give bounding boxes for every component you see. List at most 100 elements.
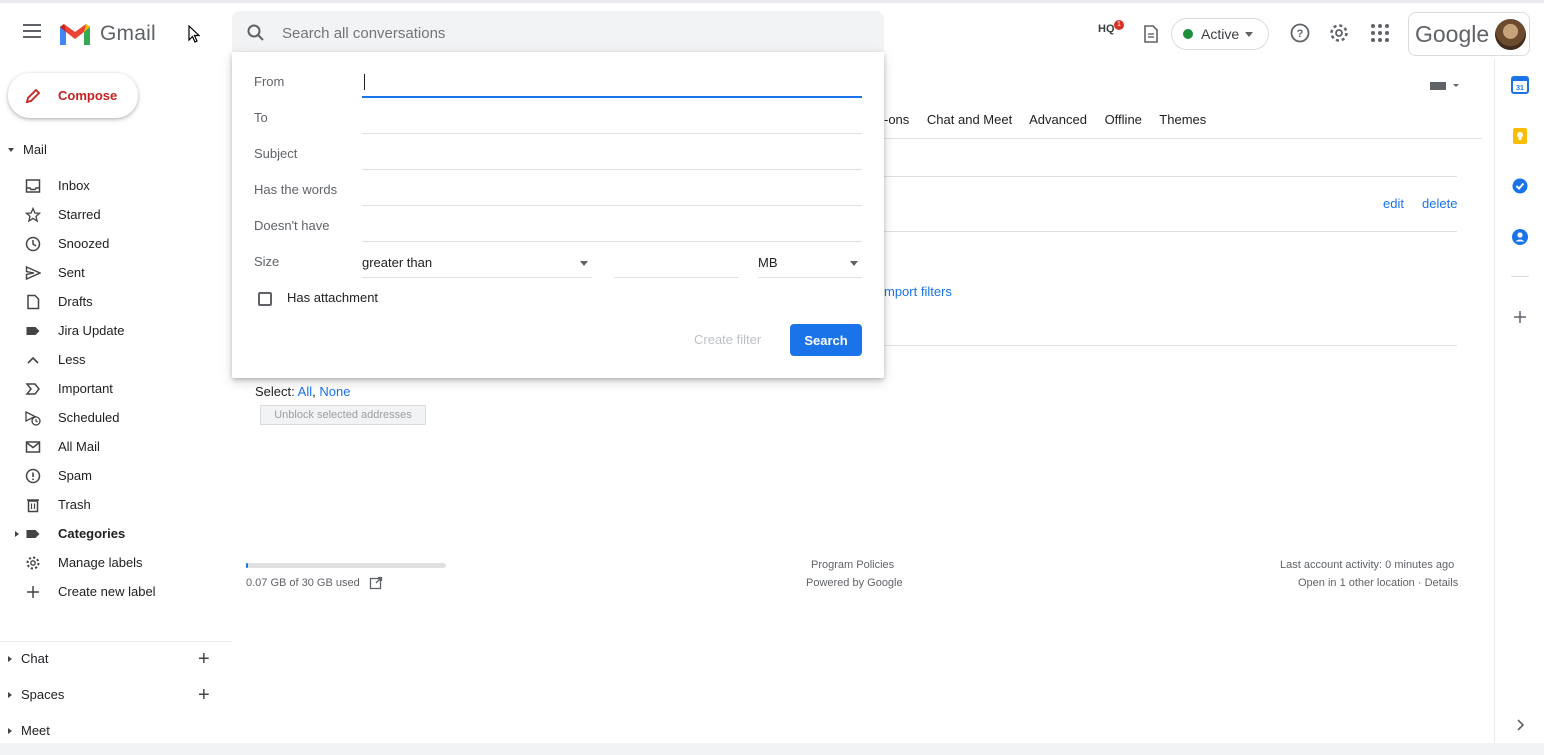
import-filters-link[interactable]: mport filters: [884, 284, 952, 299]
tab-advanced[interactable]: Advanced: [1029, 112, 1087, 127]
sidebar-item-sent[interactable]: Sent: [0, 258, 232, 287]
gear-icon[interactable]: [1328, 22, 1350, 44]
subject-field[interactable]: [362, 140, 862, 170]
sidebar-item-trash[interactable]: Trash: [0, 490, 232, 519]
sidebar-item-jira-update[interactable]: Jira Update: [0, 316, 232, 345]
tab-themes[interactable]: Themes: [1159, 112, 1206, 127]
section-label: Chat: [21, 651, 49, 666]
sidebar-item-spam[interactable]: Spam: [0, 461, 232, 490]
main-menu-button[interactable]: [20, 19, 44, 43]
sidebar-item-label: Scheduled: [58, 410, 120, 425]
trash-icon: [27, 498, 39, 512]
size-operator-select[interactable]: greater than: [362, 248, 592, 278]
sidebar-item-label: Inbox: [58, 178, 90, 193]
account-switcher[interactable]: Google: [1408, 12, 1530, 56]
sidebar-item-label: Snoozed: [58, 236, 110, 251]
sidebar-section-chat[interactable]: Chat +: [8, 648, 218, 670]
sidebar-item-important[interactable]: Important: [0, 374, 232, 403]
sidebar-item-starred[interactable]: Starred: [0, 200, 232, 229]
label-icon: [26, 529, 40, 538]
mail-nav: Inbox Starred Snoozed Sent Drafts Jira U…: [0, 171, 232, 606]
doesnt-have-field[interactable]: [362, 212, 862, 242]
tab-chat-and-meet[interactable]: Chat and Meet: [927, 112, 1012, 127]
search-button[interactable]: Search: [790, 324, 862, 356]
status-label: Active: [1201, 26, 1240, 42]
tab-addons[interactable]: -ons: [884, 112, 909, 127]
sidebar-section-meet[interactable]: Meet: [8, 723, 218, 738]
sidebar-item-manage-labels[interactable]: Manage labels: [0, 548, 232, 577]
sidebar-item-create-new-label[interactable]: Create new label: [0, 577, 232, 606]
compose-button[interactable]: Compose: [8, 73, 138, 118]
settings-tabs: -ons Chat and Meet Advanced Offline Them…: [884, 112, 1220, 127]
chevron-down-icon: [1245, 31, 1254, 37]
clock-icon: [25, 236, 41, 251]
search-input[interactable]: [282, 11, 842, 55]
divider: [884, 176, 1457, 177]
status-selector[interactable]: Active: [1171, 18, 1269, 50]
select-row: Select: All, None: [255, 384, 351, 399]
select-all-link[interactable]: All: [298, 384, 312, 399]
sidebar-item-label: Drafts: [58, 294, 93, 309]
sidebar-item-inbox[interactable]: Inbox: [0, 171, 232, 200]
svg-text:31: 31: [1516, 85, 1524, 92]
size-unit-select[interactable]: MB: [758, 248, 862, 278]
tasks-icon[interactable]: [1511, 177, 1529, 195]
tab-offline[interactable]: Offline: [1105, 112, 1142, 127]
storage-text: 0.07 GB of 30 GB used: [246, 577, 360, 589]
sidebar-item-label: Important: [58, 381, 113, 396]
edit-filter-link[interactable]: edit: [1383, 196, 1404, 211]
scheduled-icon: [25, 410, 41, 426]
sidebar-item-label: Less: [58, 352, 86, 367]
document-icon[interactable]: [1143, 25, 1159, 43]
subject-label: Subject: [254, 146, 298, 161]
open-locations-details[interactable]: Open in 1 other location · Details: [1298, 577, 1458, 589]
has-words-field[interactable]: [362, 176, 862, 206]
add-addon-icon[interactable]: [1511, 308, 1529, 326]
select-none-link[interactable]: None: [319, 384, 350, 399]
has-attachment-checkbox[interactable]: [258, 292, 272, 306]
star-icon: [25, 206, 41, 222]
send-icon: [25, 265, 41, 280]
sidebar-item-label: Manage labels: [58, 555, 143, 570]
sidebar-item-categories[interactable]: Categories: [0, 519, 232, 548]
sidebar-section-spaces[interactable]: Spaces +: [8, 684, 218, 706]
sidebar-item-scheduled[interactable]: Scheduled: [0, 403, 232, 432]
mail-section-toggle[interactable]: Mail: [8, 142, 47, 157]
sidebar-item-less[interactable]: Less: [0, 345, 232, 374]
chevron-right-icon[interactable]: [1511, 716, 1529, 734]
contacts-icon[interactable]: [1511, 228, 1529, 246]
add-chat-icon[interactable]: +: [198, 648, 210, 671]
from-field[interactable]: [362, 68, 862, 98]
text-caret: [364, 74, 365, 90]
add-space-icon[interactable]: +: [198, 684, 210, 707]
sidebar-item-drafts[interactable]: Drafts: [0, 287, 232, 316]
mail-section-label: Mail: [23, 142, 47, 157]
search-options-panel: From To Subject Has the words Doesn't ha…: [232, 52, 884, 378]
avatar[interactable]: [1495, 19, 1526, 50]
size-value-field[interactable]: [614, 248, 739, 278]
external-link-icon[interactable]: [369, 576, 383, 590]
sidebar-item-snoozed[interactable]: Snoozed: [0, 229, 232, 258]
unblock-button[interactable]: Unblock selected addresses: [260, 405, 426, 425]
hq-label[interactable]: HQ: [1098, 23, 1115, 35]
gmail-logo[interactable]: Gmail: [58, 19, 156, 49]
delete-filter-link[interactable]: delete: [1422, 196, 1457, 211]
triangle-right-icon: [8, 727, 12, 734]
search-icon[interactable]: [246, 23, 266, 43]
has-attachment-label[interactable]: Has attachment: [287, 290, 378, 305]
program-policies-link[interactable]: Program Policies: [811, 559, 894, 571]
keep-icon[interactable]: [1511, 127, 1529, 145]
has-words-row: Has the words: [254, 176, 862, 206]
help-icon[interactable]: ?: [1289, 22, 1311, 44]
plus-icon: [27, 585, 39, 598]
input-tools-selector[interactable]: [1430, 78, 1460, 96]
calendar-icon[interactable]: 31: [1511, 76, 1529, 94]
search-bar[interactable]: [232, 11, 884, 55]
apps-grid-icon[interactable]: [1369, 22, 1391, 44]
to-field[interactable]: [362, 104, 862, 134]
from-row: From: [254, 68, 862, 98]
triangle-right-icon[interactable]: [15, 530, 19, 537]
sidebar-item-all-mail[interactable]: All Mail: [0, 432, 232, 461]
create-filter-button[interactable]: Create filter: [694, 332, 761, 347]
sidebar-item-label: Create new label: [58, 584, 156, 599]
